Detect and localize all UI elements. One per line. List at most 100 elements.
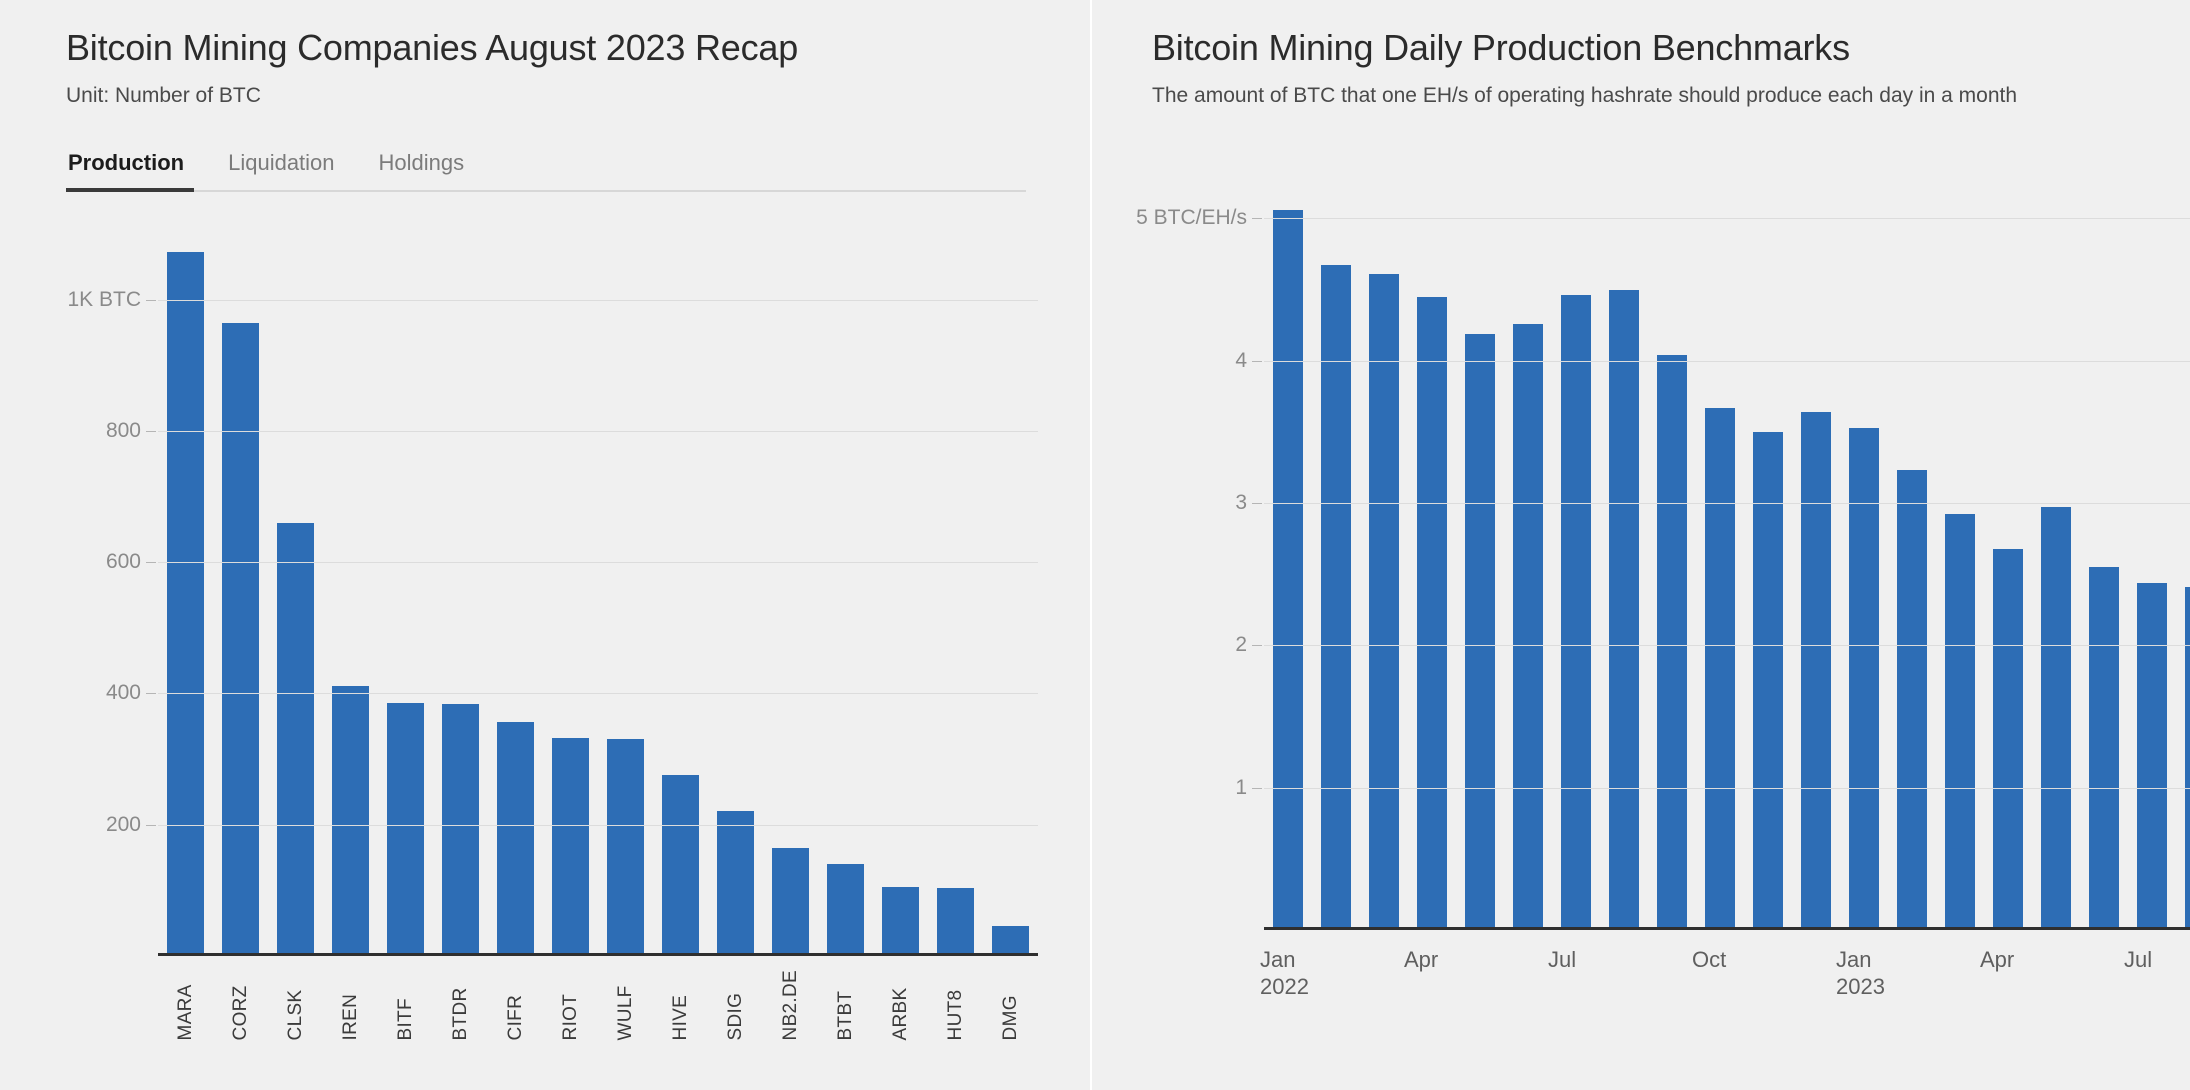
bar[interactable]	[827, 864, 864, 956]
bar[interactable]	[772, 847, 809, 956]
bar[interactable]	[2041, 507, 2071, 930]
bar-column[interactable]	[818, 234, 873, 956]
bar-column[interactable]	[598, 234, 653, 956]
bar[interactable]	[1945, 514, 1975, 930]
bar-column[interactable]	[1360, 190, 1408, 930]
bar[interactable]	[332, 686, 369, 956]
right-chart-panel: Bitcoin Mining Daily Production Benchmar…	[1090, 0, 2190, 1090]
gridline	[1264, 787, 2190, 789]
left-x-axis-labels: MARA CORZ CLSK IREN BITF BTDR CIFR RIOT WULF HIVE…	[158, 956, 1038, 1040]
bar[interactable]	[1561, 295, 1591, 930]
bar[interactable]	[1513, 323, 1543, 930]
bar-column[interactable]	[1744, 190, 1792, 930]
x-axis-tick-label: CLSK	[284, 989, 306, 1041]
bar[interactable]	[2137, 582, 2167, 930]
bar-column[interactable]	[1552, 190, 1600, 930]
x-axis-tick-label: Jan 2023	[1836, 946, 1885, 1000]
bar[interactable]	[1417, 296, 1447, 930]
bar[interactable]	[717, 810, 754, 956]
bar[interactable]	[1369, 273, 1399, 930]
bar[interactable]	[1705, 407, 1735, 930]
bar-column[interactable]	[1504, 190, 1552, 930]
x-axis-tick: DMG	[983, 970, 1038, 1040]
bar[interactable]	[1657, 355, 1687, 930]
bar[interactable]	[607, 738, 644, 956]
bar-column[interactable]	[1792, 190, 1840, 930]
bar-column[interactable]	[928, 234, 983, 956]
bar[interactable]	[662, 774, 699, 956]
bar-column[interactable]	[1264, 190, 1312, 930]
left-chart-panel: Bitcoin Mining Companies August 2023 Rec…	[0, 0, 1090, 1090]
bar[interactable]	[552, 738, 589, 956]
bar[interactable]	[222, 323, 259, 956]
bar[interactable]	[882, 887, 919, 956]
bar-column[interactable]	[433, 234, 488, 956]
y-axis-tick-label: 1K BTC	[67, 288, 158, 312]
tab-holdings[interactable]: Holdings	[357, 150, 487, 190]
y-axis-tick-label: 400	[106, 681, 158, 705]
bar-column[interactable]	[2032, 190, 2080, 930]
bar-column[interactable]	[653, 234, 708, 956]
bar-column[interactable]	[488, 234, 543, 956]
bar-column[interactable]	[323, 234, 378, 956]
bar-column[interactable]	[1888, 190, 1936, 930]
y-axis-tick-label: 5 BTC/EH/s	[1136, 206, 1264, 230]
bar-column[interactable]	[983, 234, 1038, 956]
bar-column[interactable]	[2128, 190, 2176, 930]
x-axis-tick: HIVE	[653, 970, 708, 1041]
bar[interactable]	[442, 703, 479, 956]
gridline	[1264, 503, 2190, 504]
x-axis-tick-label: Jul	[2124, 946, 2153, 972]
bar[interactable]	[2089, 567, 2119, 930]
tab-liquidation[interactable]: Liquidation	[206, 150, 356, 190]
bar[interactable]	[1993, 548, 2023, 930]
bar[interactable]	[2185, 586, 2190, 930]
x-axis-tick-label: SDIG	[724, 992, 746, 1041]
bar-column[interactable]	[2080, 190, 2128, 930]
bar-column[interactable]	[1456, 190, 1504, 930]
bar[interactable]	[1801, 411, 1831, 930]
bar-column[interactable]	[1600, 190, 1648, 930]
bar-column[interactable]	[158, 234, 213, 956]
bar[interactable]	[1273, 209, 1303, 930]
x-axis-tick-label: NB2.DE	[779, 969, 801, 1041]
bar-column[interactable]	[378, 234, 433, 956]
x-axis-tick: ARBK	[873, 970, 928, 1040]
bar-column[interactable]	[268, 234, 323, 956]
tab-production[interactable]: Production	[66, 150, 206, 192]
bar[interactable]	[937, 888, 974, 956]
bar[interactable]	[992, 925, 1029, 956]
bar-column[interactable]	[1312, 190, 1360, 930]
x-axis-tick: HUT8	[928, 970, 983, 1041]
bar[interactable]	[1465, 333, 1495, 930]
gridline	[158, 299, 1038, 301]
bar[interactable]	[387, 703, 424, 956]
bar-column[interactable]	[543, 234, 598, 956]
right-chart-title: Bitcoin Mining Daily Production Benchmar…	[1152, 27, 1850, 68]
bar-column[interactable]	[708, 234, 763, 956]
bar-column[interactable]	[213, 234, 268, 956]
bar[interactable]	[1753, 431, 1783, 930]
bar[interactable]	[497, 721, 534, 956]
bar-column[interactable]	[1984, 190, 2032, 930]
bar-column[interactable]	[2176, 190, 2190, 930]
left-chart-title: Bitcoin Mining Companies August 2023 Rec…	[66, 27, 799, 68]
bar-column[interactable]	[1696, 190, 1744, 930]
bar[interactable]	[277, 523, 314, 956]
x-axis-tick-label: CORZ	[229, 985, 251, 1041]
bar-column[interactable]	[763, 234, 818, 956]
bar-column[interactable]	[1936, 190, 1984, 930]
x-axis-tick: SDIG	[708, 970, 763, 1041]
right-x-axis-labels: Jan 2022 Apr Jul Oct Jan 2023 Apr Jul	[1260, 930, 2190, 1010]
bar-column[interactable]	[1408, 190, 1456, 930]
bar[interactable]	[1321, 265, 1351, 930]
bar-column[interactable]	[1648, 190, 1696, 930]
bar[interactable]	[167, 252, 204, 956]
bar-column[interactable]	[873, 234, 928, 956]
x-axis-tick: NB2.DE	[763, 970, 818, 1040]
bar-column[interactable]	[1840, 190, 1888, 930]
bar[interactable]	[1897, 470, 1927, 930]
right-chart-subtitle: The amount of BTC that one EH/s of opera…	[1152, 83, 2018, 107]
gridline	[158, 562, 1038, 564]
bar[interactable]	[1609, 289, 1639, 930]
